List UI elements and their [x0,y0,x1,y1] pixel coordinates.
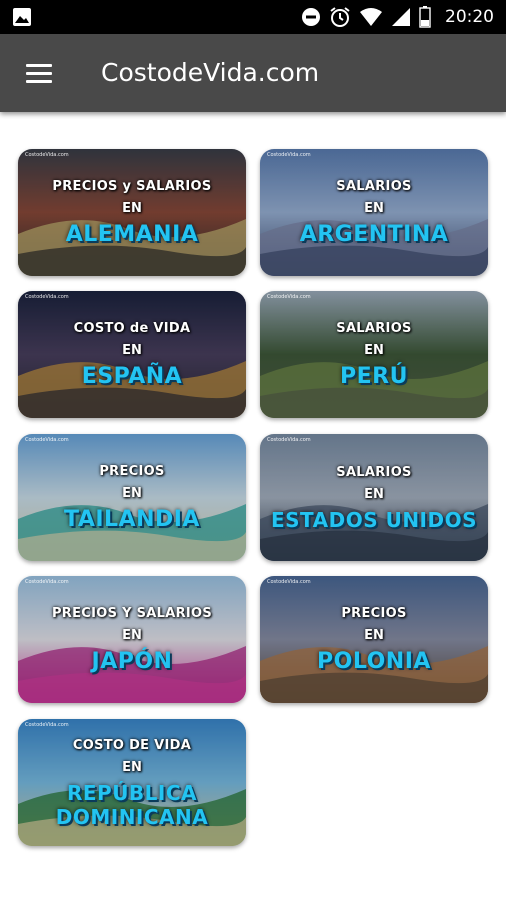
card-country: ALEMANIA [65,221,199,247]
card-topic: SALARIOS [336,178,412,194]
card-connector: EN [122,200,142,216]
card-text: PRECIOS EN POLONIA [260,576,488,703]
card-topic: PRECIOS y SALARIOS [52,178,212,194]
card-country-line: REPÚBLICA [66,780,198,805]
card-connector: EN [364,486,384,502]
card-connector: EN [122,342,142,358]
card-country: PERÚ [340,363,408,389]
image-icon [13,8,31,26]
card-text: PRECIOS y SALARIOS EN ALEMANIA [18,149,246,276]
card-connector: EN [122,627,142,643]
card-country: TAILANDIA [64,506,200,532]
card-connector: EN [364,627,384,643]
signal-icon [392,8,410,26]
country-card-alemania[interactable]: CostodeVida.com PRECIOS y SALARIOS EN ALEMA… [18,149,246,276]
app-title: CostodeVida.com [101,58,320,87]
country-card-polonia[interactable]: CostodeVida.com PRECIOS EN POLONIA [260,576,488,703]
card-text: PRECIOS Y SALARIOS EN JAPÓN [18,576,246,703]
card-text: PRECIOS EN TAILANDIA [18,434,246,561]
card-topic: PRECIOS [341,605,407,621]
country-card-espana[interactable]: CostodeVida.com COSTO de VIDA EN ESPAÑA [18,291,246,418]
country-card-estados-unidos[interactable]: CostodeVida.com SALARIOS EN ESTADOS UNIDOS [260,434,488,561]
card-text: SALARIOS EN PERÚ [260,291,488,418]
country-card-argentina[interactable]: CostodeVida.com SALARIOS EN ARGENTINA [260,149,488,276]
card-connector: EN [122,485,142,501]
country-card-peru[interactable]: CostodeVida.com SALARIOS EN PERÚ [260,291,488,418]
card-topic: SALARIOS [336,464,412,480]
country-card-japon[interactable]: CostodeVida.com PRECIOS Y SALARIOS EN JAPÓN [18,576,246,703]
card-topic: SALARIOS [336,320,412,336]
card-country: ESPAÑA [81,363,183,389]
card-text: SALARIOS EN ARGENTINA [260,149,488,276]
country-card-tailandia[interactable]: CostodeVida.com PRECIOS EN TAILANDIA [18,434,246,561]
alarm-icon [330,7,350,27]
clock-time: 20:20 [445,7,494,27]
card-text: COSTO DE VIDA EN REPÚBLICA DOMINICANA [18,719,246,846]
card-country: JAPÓN [91,648,173,674]
card-country: ARGENTINA [299,221,449,247]
card-country: ESTADOS UNIDOS [270,507,478,532]
card-text: COSTO de VIDA EN ESPAÑA [18,291,246,418]
status-bar: 20:20 [0,0,506,34]
card-topic: PRECIOS [99,463,165,479]
status-icons: 20:20 [301,6,494,28]
hamburger-menu-icon[interactable] [18,56,62,90]
do-not-disturb-icon [302,8,320,26]
card-country-line: DOMINICANA [55,804,209,829]
card-country: POLONIA [317,648,431,674]
app-bar: CostodeVida.com [0,34,506,112]
card-topic: PRECIOS Y SALARIOS [51,605,213,621]
wifi-icon [360,8,382,26]
card-connector: EN [122,759,142,775]
card-connector: EN [364,342,384,358]
battery-icon [419,6,431,28]
card-connector: EN [364,200,384,216]
country-grid: CostodeVida.com PRECIOS y SALARIOS EN ALEMA… [0,112,506,900]
card-text: SALARIOS EN ESTADOS UNIDOS [260,434,488,561]
country-card-republica-dominicana[interactable]: CostodeVida.com COSTO DE VIDA EN REPÚBLICA D… [18,719,246,846]
card-topic: COSTO DE VIDA [72,737,192,753]
card-topic: COSTO de VIDA [73,320,191,336]
